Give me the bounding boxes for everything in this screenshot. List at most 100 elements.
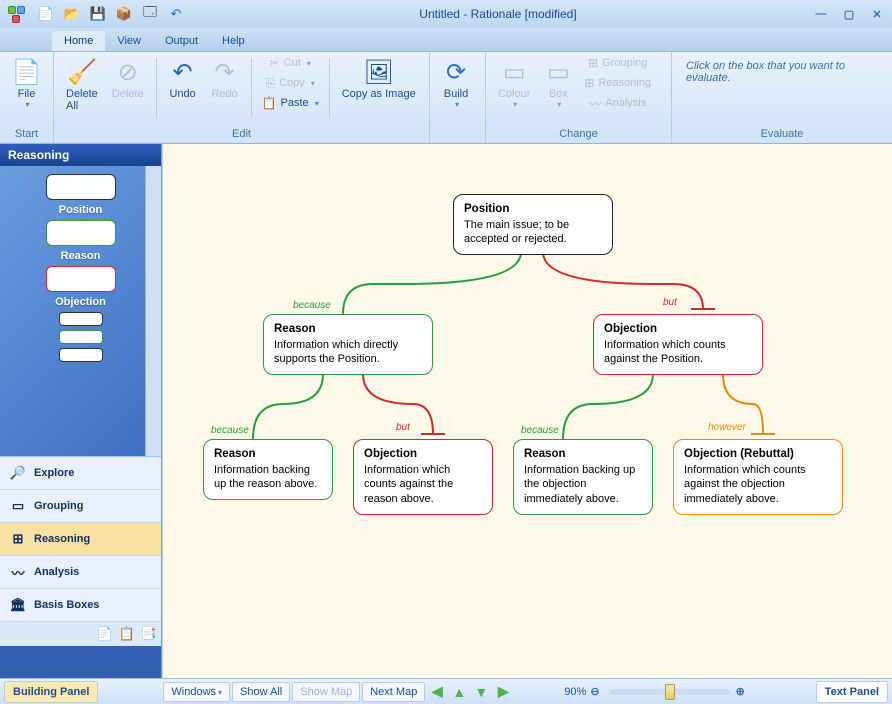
grouping-button[interactable]: ⊞Grouping <box>580 54 655 72</box>
group-change-label: Change <box>492 128 665 142</box>
undo-icon[interactable]: ↶ <box>166 4 186 24</box>
label-but-2: but <box>396 422 410 433</box>
shape-reason[interactable] <box>46 220 116 246</box>
zoom-in-icon[interactable]: ⊕ <box>736 685 745 698</box>
text-panel-button[interactable]: Text Panel <box>816 681 888 703</box>
node-objection-1[interactable]: ObjectionInformation which counts agains… <box>593 314 763 375</box>
zoom-label: 90% <box>564 686 586 698</box>
sidebar-item-analysis[interactable]: 〰Analysis <box>0 556 161 589</box>
file-icon: 📄 <box>12 56 42 88</box>
image-icon: 🖼 <box>363 56 393 88</box>
analysis-icon: 〰 <box>589 95 601 111</box>
redo-arrow-icon: ↷ <box>215 56 235 88</box>
node-reason-3[interactable]: ReasonInformation backing up the objecti… <box>513 439 653 515</box>
shape-objection[interactable] <box>46 266 116 292</box>
copy-as-image-button[interactable]: 🖼Copy as Image <box>336 54 422 102</box>
undo-arrow-icon: ↶ <box>173 56 193 88</box>
node-reason-1[interactable]: ReasonInformation which directly support… <box>263 314 433 375</box>
status-bar: Building Panel Windows Show All Show Map… <box>0 678 892 704</box>
footer-icon-1[interactable]: 📄 <box>97 626 113 642</box>
paste-button[interactable]: 📋Paste <box>258 94 323 112</box>
delete-all-button[interactable]: 🧹Delete All <box>60 54 104 114</box>
label-but-1: but <box>663 297 677 308</box>
node-position[interactable]: PositionThe main issue; to be accepted o… <box>453 194 613 255</box>
tab-view[interactable]: View <box>105 31 153 51</box>
group-start-label: Start <box>6 128 47 142</box>
nav-left-icon[interactable]: ◀ <box>427 682 447 702</box>
sidebar-footer: 📄 📋 📑 <box>0 622 161 646</box>
rect-icon: ▭ <box>10 498 26 514</box>
shape-mini-2[interactable] <box>59 330 103 344</box>
package-icon[interactable]: 📦 <box>114 4 134 24</box>
title-bar: 📄 📂 💾 📦 🗔 ↶ Untitled - Rationale [modifi… <box>0 0 892 28</box>
tab-help[interactable]: Help <box>210 31 257 51</box>
shape-position[interactable] <box>46 174 116 200</box>
sidebar-accordion: 🔎Explore ▭Grouping ⊞Reasoning 〰Analysis … <box>0 456 161 622</box>
sidebar-item-grouping[interactable]: ▭Grouping <box>0 490 161 523</box>
delete-button[interactable]: ⊘Delete <box>106 54 150 102</box>
app-icon <box>4 2 28 26</box>
clipboard-icon: 📋 <box>262 95 277 111</box>
show-map-button[interactable]: Show Map <box>292 682 360 702</box>
group-evaluate-label: Evaluate <box>678 128 886 142</box>
minimize-button[interactable]: — <box>810 6 832 22</box>
analysis-button[interactable]: 〰Analysis <box>580 94 655 112</box>
shape-mini-3[interactable] <box>59 348 103 362</box>
show-all-button[interactable]: Show All <box>232 682 290 702</box>
palette-icon: ▭ <box>503 56 526 88</box>
sidebar-title: Reasoning <box>0 144 161 166</box>
build-button[interactable]: ⟳Build <box>436 54 476 111</box>
zoom-thumb[interactable] <box>665 684 675 700</box>
sidebar-item-basis[interactable]: 🏛Basis Boxes <box>0 589 161 622</box>
evaluate-hint: Click on the box that you want to evalua… <box>678 54 856 90</box>
window-icon[interactable]: 🗔 <box>140 4 160 24</box>
node-reason-2[interactable]: ReasonInformation backing up the reason … <box>203 439 333 500</box>
grouping-icon: ⊞ <box>588 55 598 71</box>
close-button[interactable]: ✕ <box>866 6 888 22</box>
open-folder-icon[interactable]: 📂 <box>62 4 82 24</box>
next-map-button[interactable]: Next Map <box>362 682 425 702</box>
x-circle-icon: ⊘ <box>118 56 138 88</box>
footer-icon-3[interactable]: 📑 <box>141 626 157 642</box>
tab-home[interactable]: Home <box>52 31 105 51</box>
nav-down-icon[interactable]: ▼ <box>471 682 491 702</box>
sidebar-shapes-panel: Position Reason Objection <box>0 166 161 456</box>
colour-button[interactable]: ▭Colour <box>492 54 536 111</box>
reasoning-icon: ⊞ <box>584 75 594 91</box>
tab-output[interactable]: Output <box>153 31 210 51</box>
footer-icon-2[interactable]: 📋 <box>119 626 135 642</box>
node-objection-2[interactable]: ObjectionInformation which counts agains… <box>353 439 493 515</box>
copy-button[interactable]: ⎘Copy <box>258 74 323 92</box>
sidebar-item-reasoning[interactable]: ⊞Reasoning <box>0 523 161 556</box>
reasoning-button[interactable]: ⊞Reasoning <box>580 74 655 92</box>
scrollbar-thumb[interactable] <box>148 186 159 236</box>
zoom-slider[interactable] <box>610 689 730 695</box>
cut-button[interactable]: ✂Cut <box>258 54 323 72</box>
sidebar: Reasoning Position Reason Objection 🔎Exp… <box>0 144 162 678</box>
save-icon[interactable]: 💾 <box>88 4 108 24</box>
undo-button[interactable]: ↶Undo <box>163 54 203 102</box>
shape-mini-1[interactable] <box>59 312 103 326</box>
maximize-button[interactable]: ▢ <box>838 6 860 22</box>
windows-button[interactable]: Windows <box>163 682 230 702</box>
build-icon: ⟳ <box>446 56 466 88</box>
nav-right-icon[interactable]: ▶ <box>493 682 513 702</box>
nav-up-icon[interactable]: ▲ <box>449 682 469 702</box>
group-edit-label: Edit <box>60 128 423 142</box>
globe-icon: 🔎 <box>10 465 26 481</box>
pillar-icon: 🏛 <box>10 597 26 613</box>
building-panel-button[interactable]: Building Panel <box>4 681 98 703</box>
node-objection-rebuttal[interactable]: Objection (Rebuttal)Information which co… <box>673 439 843 515</box>
zoom-out-icon[interactable]: ⊖ <box>590 685 599 698</box>
window-title: Untitled - Rationale [modified] <box>419 7 576 21</box>
canvas[interactable]: PositionThe main issue; to be accepted o… <box>162 144 892 678</box>
ribbon: 📄File Start 🧹Delete All ⊘Delete ↶Undo ↷R… <box>0 52 892 144</box>
box-button[interactable]: ▭Box <box>538 54 578 111</box>
label-however: however <box>708 422 746 433</box>
wave-icon: 〰 <box>10 564 26 580</box>
redo-button[interactable]: ↷Redo <box>205 54 245 102</box>
label-because-3: because <box>521 425 559 436</box>
file-button[interactable]: 📄File <box>6 54 47 111</box>
new-file-icon[interactable]: 📄 <box>36 4 56 24</box>
sidebar-item-explore[interactable]: 🔎Explore <box>0 457 161 490</box>
